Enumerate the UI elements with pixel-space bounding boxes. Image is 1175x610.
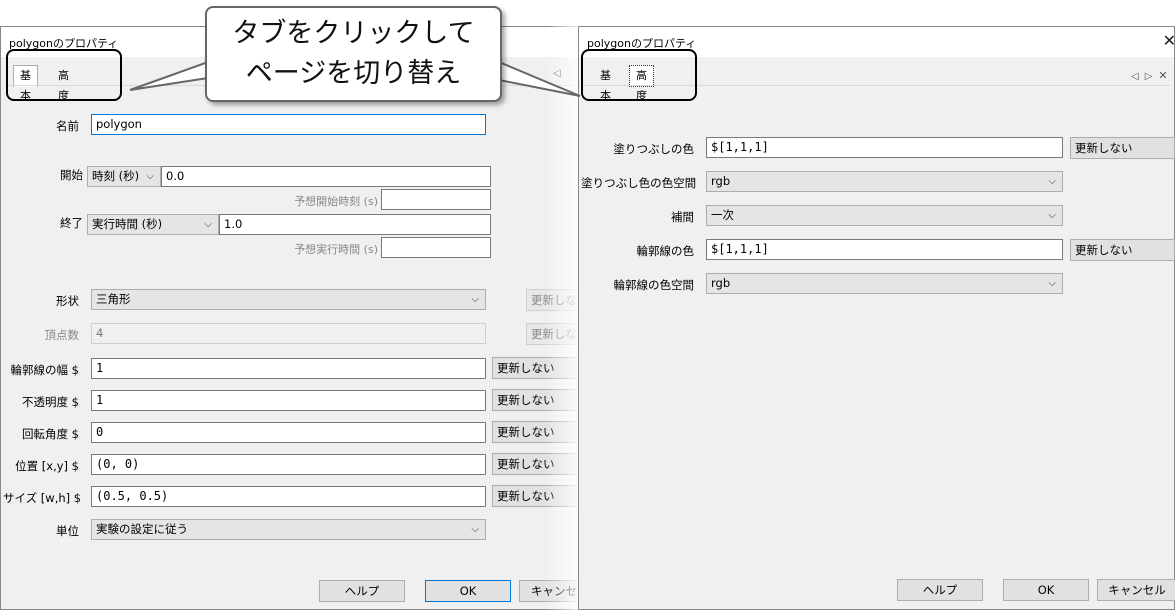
interpolate-label: 補間 (671, 210, 694, 224)
fill-color-input[interactable]: $[1,1,1] (706, 137, 1063, 158)
opacity-label: 不透明度 $ (22, 395, 79, 409)
fill-color-space-label: 塗りつぶし色の色空間 (581, 176, 697, 190)
expected-duration-input[interactable] (381, 237, 491, 258)
start-type-value: 時刻 (秒) (92, 169, 140, 183)
close-icon[interactable]: ✕ (1163, 31, 1175, 50)
line-color-label: 輪郭線の色 (636, 244, 695, 258)
position-label: 位置 [x,y] $ (15, 459, 79, 473)
orientation-input[interactable]: 0 (91, 422, 486, 443)
chevron-down-icon: ⌵ (471, 294, 479, 305)
tab-scroll-left-icon[interactable]: ◁ (553, 68, 561, 79)
tab-scroll-left-icon[interactable]: ◁ (1131, 71, 1145, 82)
line-width-input[interactable]: 1 (91, 358, 486, 379)
fill-color-update-select[interactable]: 更新しない (1070, 137, 1175, 159)
chevron-down-icon: ⌵ (146, 171, 154, 182)
cancel-button[interactable]: キャンセル (1097, 579, 1175, 601)
ok-button[interactable]: OK (1003, 579, 1089, 601)
size-label: サイズ [w,h] $ (3, 491, 82, 505)
vertices-input[interactable]: 4 (91, 323, 486, 344)
chevron-down-icon: ⌵ (1048, 278, 1056, 289)
shape-label: 形状 (56, 294, 79, 308)
opacity-input[interactable]: 1 (91, 390, 486, 411)
orientation-label: 回転角度 $ (22, 427, 79, 441)
line-color-space-value: rgb (711, 276, 731, 290)
expected-start-label: 予想開始時刻 (s) (294, 195, 378, 208)
opacity-update-select[interactable]: 更新しない (492, 389, 582, 411)
start-value-input[interactable]: 0.0 (161, 166, 491, 187)
orientation-update-select[interactable]: 更新しない (492, 421, 582, 443)
position-input[interactable]: (0, 0) (91, 454, 486, 475)
help-button[interactable]: ヘルプ (897, 579, 983, 601)
units-value: 実験の設定に従う (96, 522, 188, 536)
stop-type-select[interactable]: 実行時間 (秒) ⌵ (87, 214, 219, 235)
stop-value-input[interactable]: 1.0 (219, 214, 491, 235)
position-update-select[interactable]: 更新しない (492, 453, 582, 475)
line-width-update-select[interactable]: 更新しない (492, 357, 582, 379)
tab-scroll-arrows: ◁▷✕ (1131, 69, 1174, 82)
help-button[interactable]: ヘルプ (319, 580, 405, 602)
properties-dialog-advanced: polygonのプロパティ ✕ 基本 高度 ◁▷✕ 塗りつぶしの色 $[1,1,… (578, 26, 1175, 610)
line-color-input[interactable]: $[1,1,1] (706, 239, 1063, 260)
shape-select[interactable]: 三角形 ⌵ (91, 289, 486, 310)
start-label: 開始 (60, 168, 83, 182)
vertices-label: 頂点数 (44, 328, 80, 342)
size-input[interactable]: (0.5, 0.5) (91, 486, 486, 507)
expected-start-input[interactable] (381, 189, 491, 210)
fill-color-label: 塗りつぶしの色 (613, 142, 694, 156)
start-type-select[interactable]: 時刻 (秒) ⌵ (87, 166, 161, 187)
fill-color-space-value: rgb (711, 174, 731, 188)
units-select[interactable]: 実験の設定に従う ⌵ (91, 519, 486, 540)
tab-scroll-right-icon[interactable]: ▷ (1145, 71, 1159, 82)
stop-type-value: 実行時間 (秒) (92, 217, 163, 231)
line-color-update-select[interactable]: 更新しない (1070, 239, 1175, 261)
name-label: 名前 (56, 119, 79, 133)
close-tab-icon[interactable]: ✕ (1158, 69, 1173, 82)
chevron-down-icon: ⌵ (1048, 210, 1056, 221)
fill-color-space-select[interactable]: rgb ⌵ (706, 171, 1063, 192)
line-color-space-select[interactable]: rgb ⌵ (706, 273, 1063, 294)
stop-label: 終了 (60, 216, 83, 230)
size-update-select[interactable]: 更新しない (492, 485, 582, 507)
expected-duration-label: 予想実行時間 (s) (294, 243, 378, 256)
tab-highlight-left (6, 49, 122, 101)
line-width-label: 輪郭線の幅 $ (10, 363, 79, 377)
chevron-down-icon: ⌵ (1048, 176, 1056, 187)
properties-dialog-basic: polygonのプロパティ 基本 高度 名前 polygon 開始 時刻 (秒)… (0, 26, 590, 610)
chevron-down-icon: ⌵ (471, 524, 479, 535)
line-color-space-label: 輪郭線の色空間 (613, 278, 695, 292)
callout-box: タブをクリックして ページを切り替え (205, 6, 502, 102)
name-input[interactable]: polygon (91, 114, 486, 135)
callout-line-1: タブをクリックして (232, 18, 475, 49)
interpolate-select[interactable]: 一次 ⌵ (706, 205, 1063, 226)
callout-line-2: ページを切り替え (245, 58, 462, 89)
chevron-down-icon: ⌵ (204, 219, 212, 230)
vertices-update-select[interactable]: 更新しな (526, 323, 586, 345)
tab-highlight-right (581, 49, 697, 101)
interpolate-value: 一次 (711, 208, 734, 222)
shape-value: 三角形 (96, 292, 131, 306)
units-label: 単位 (56, 524, 79, 538)
shape-update-select[interactable]: 更新しない (526, 289, 586, 311)
ok-button[interactable]: OK (425, 580, 511, 602)
